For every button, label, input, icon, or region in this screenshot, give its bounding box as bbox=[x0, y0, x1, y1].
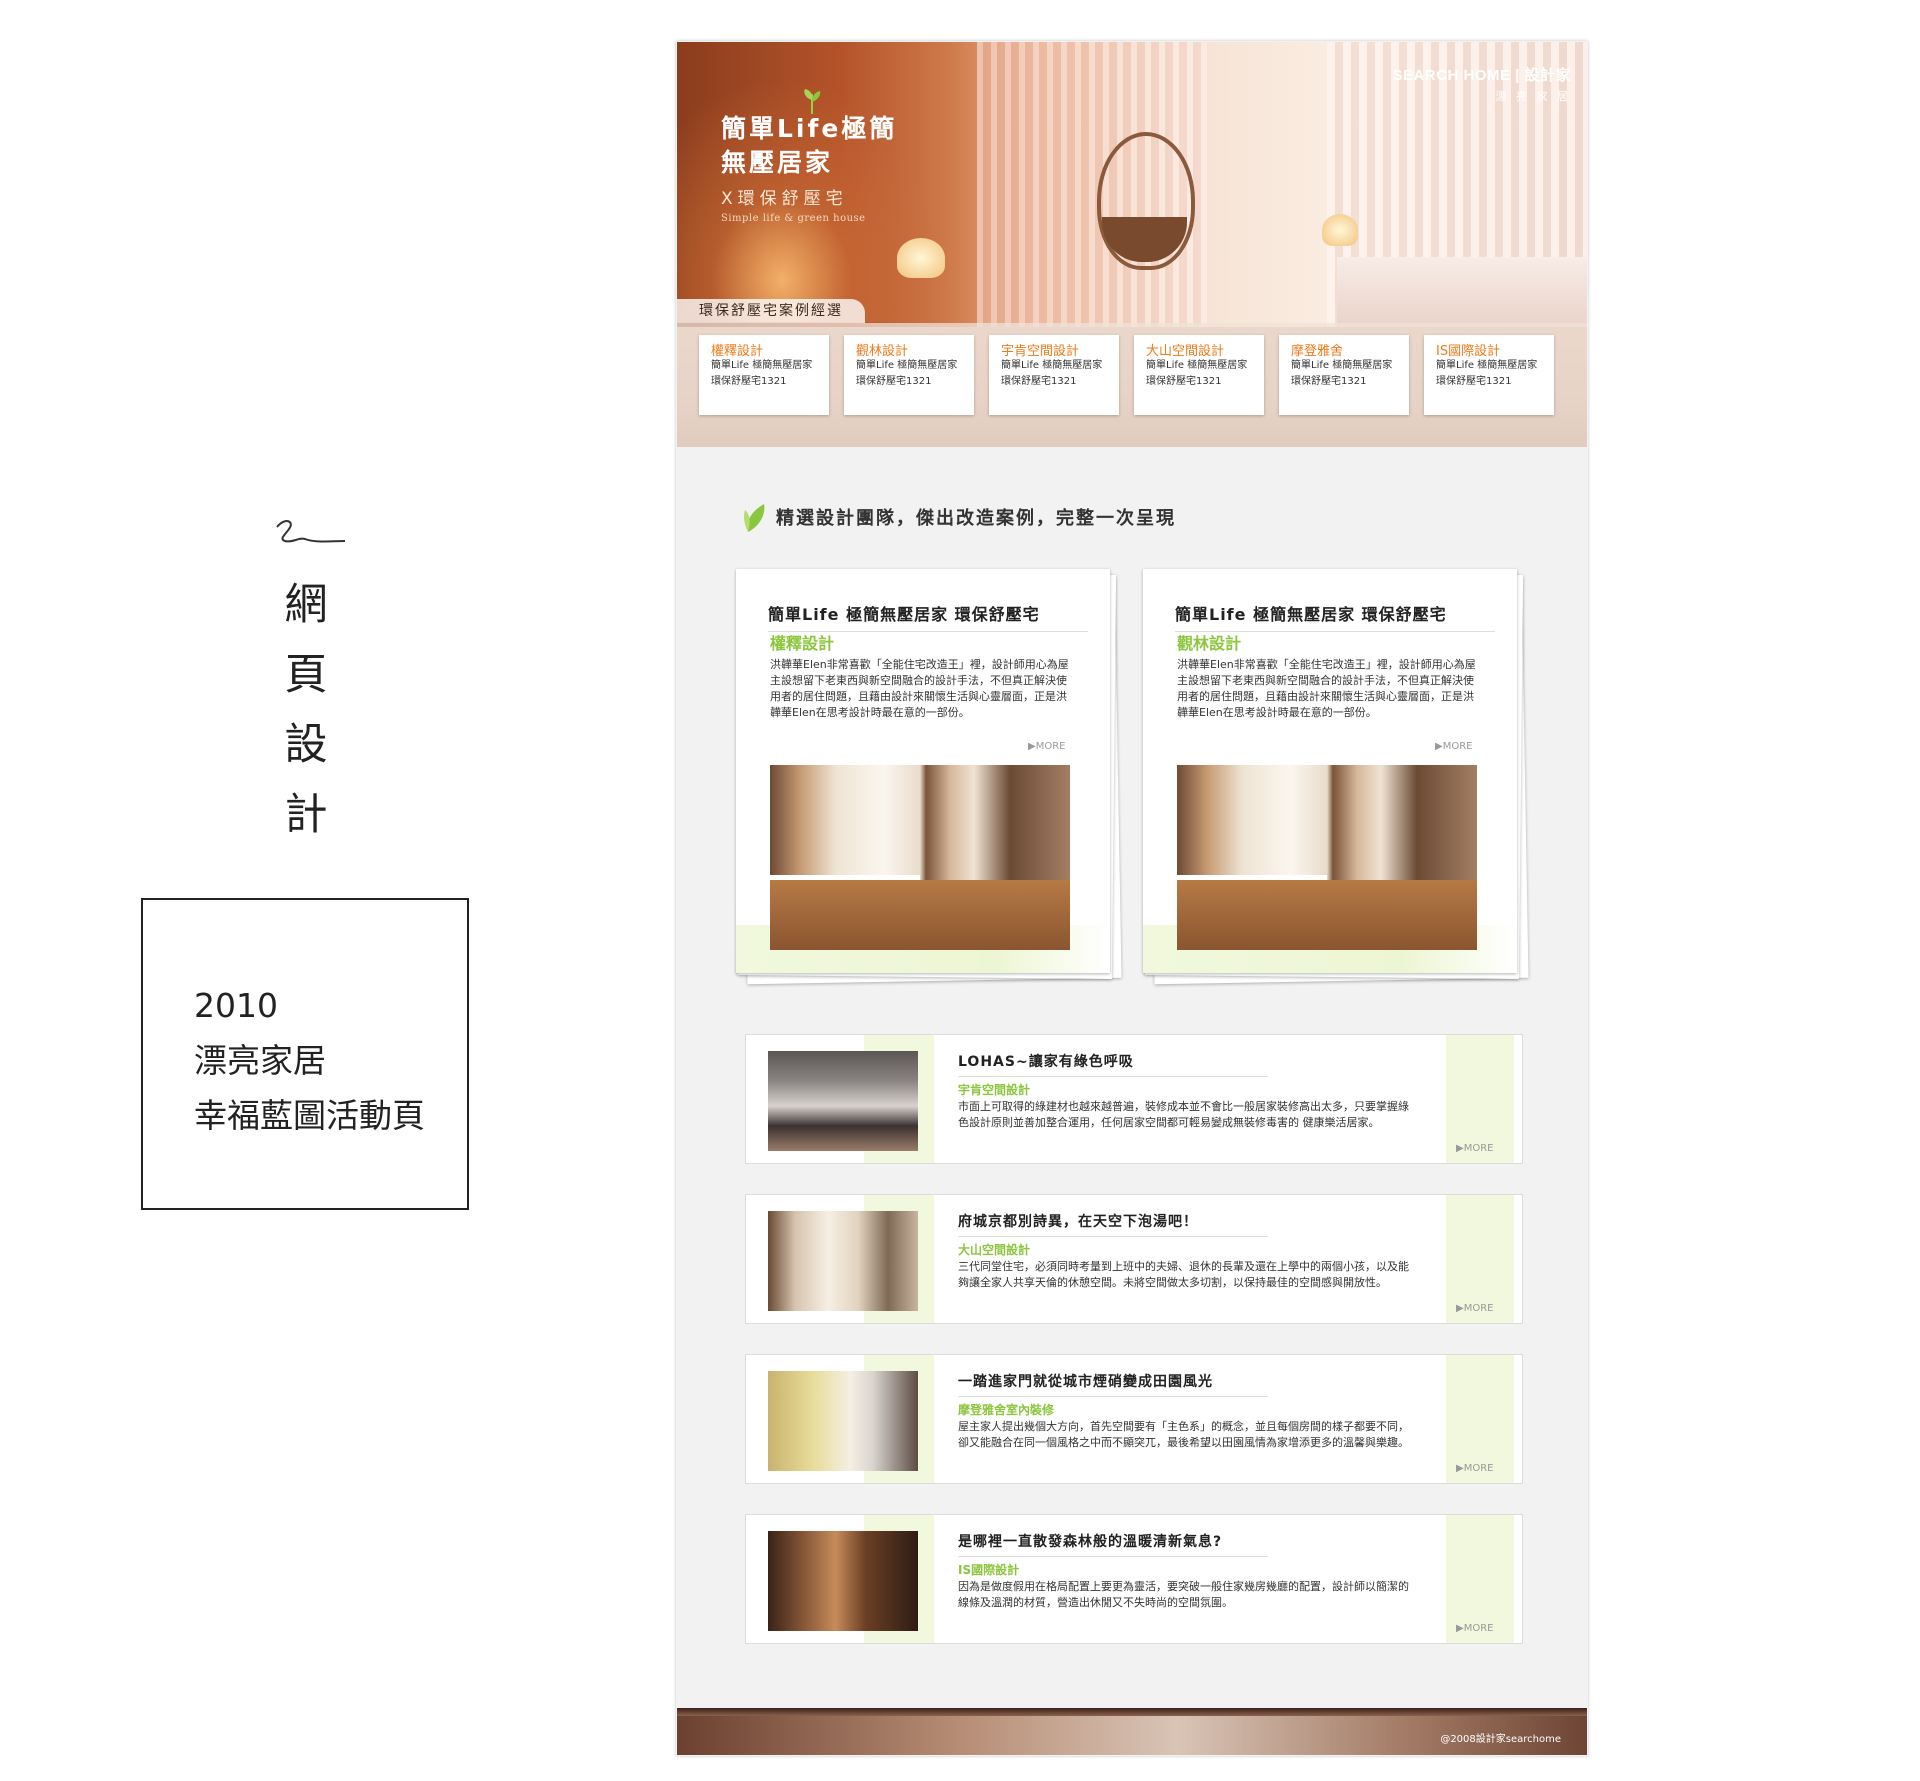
designer-name: 宇肯空間設計 bbox=[1001, 344, 1080, 359]
hero-banner: SEARCH HOME | 設計家 漂 亮 家 居 簡單Life極簡 無壓居家 … bbox=[677, 42, 1587, 447]
designer-strip: 權釋設計 簡單Life 極簡無壓居家 環保舒壓宅1321 觀林設計 簡單Life… bbox=[677, 323, 1587, 447]
article-text: 市面上可取得的綠建材也越來越普遍，裝修成本並不會比一般居家裝修高出太多，只要掌握… bbox=[958, 1100, 1409, 1129]
lamp-illustration bbox=[897, 238, 945, 278]
feature-title: 簡單Life 極簡無壓居家 環保舒壓宅 bbox=[768, 601, 1088, 632]
designer-card[interactable]: 觀林設計 簡單Life 極簡無壓居家 環保舒壓宅1321 bbox=[844, 335, 974, 415]
hero-headline: 簡單Life極簡 無壓居家 X環保舒壓宅 Simple life & green… bbox=[721, 112, 897, 224]
designer-card[interactable]: 摩登雅舍 簡單Life 極簡無壓居家 環保舒壓宅1321 bbox=[1279, 335, 1409, 415]
more-label: MORE bbox=[1442, 741, 1473, 752]
article-designer: 宇肯空間設計 bbox=[958, 1083, 1031, 1097]
feature-text: 洪韡華Elen非常喜歡「全能住宅改造王」裡，設計師用心為屋主設想留下老東西與新空… bbox=[770, 658, 1069, 719]
photo-floor bbox=[770, 880, 1070, 950]
more-link[interactable]: ▶MORE bbox=[1028, 741, 1065, 752]
designer-text: 簡單Life 極簡無壓居家 環保舒壓宅1321 bbox=[856, 360, 958, 387]
article-designer: 摩登雅舍室內裝修 bbox=[958, 1403, 1055, 1417]
play-arrow-icon: ▶ bbox=[1435, 741, 1443, 752]
footer-copyright: @2008設計家searchome bbox=[1440, 1734, 1561, 1745]
brand-subname: 漂 亮 家 居 bbox=[1495, 90, 1571, 103]
footer-edge bbox=[677, 1708, 1587, 1716]
feature-photo bbox=[770, 765, 1070, 950]
more-link[interactable]: ▶MORE bbox=[1456, 1143, 1493, 1154]
squiggle-decoration bbox=[276, 520, 346, 543]
article-text: 屋主家人提出幾個大方向，首先空間要有「主色系」的概念，並且每個房間的樣子都要不同… bbox=[958, 1420, 1409, 1449]
article-title: 一踏進家門就從城市煙硝變成田園風光 bbox=[958, 1371, 1268, 1397]
article-photo bbox=[768, 1371, 918, 1471]
more-label: MORE bbox=[1463, 1463, 1494, 1474]
info-client: 漂亮家居 bbox=[194, 1041, 326, 1080]
feature-photo bbox=[1177, 765, 1477, 950]
designer-card[interactable]: IS國際設計 簡單Life 極簡無壓居家 環保舒壓宅1321 bbox=[1424, 335, 1554, 415]
designer-text: 簡單Life 極簡無壓居家 環保舒壓宅1321 bbox=[1001, 360, 1103, 387]
designer-name: 大山空間設計 bbox=[1146, 344, 1225, 359]
designer-text: 簡單Life 極簡無壓居家 環保舒壓宅1321 bbox=[1291, 360, 1393, 387]
case-selection-tab: 環保舒壓宅案例經選 bbox=[677, 299, 865, 323]
lamp-illustration bbox=[1322, 214, 1358, 246]
play-arrow-icon: ▶ bbox=[1456, 1623, 1464, 1634]
headline-line1: 簡單Life極簡 bbox=[721, 114, 898, 143]
article-photo bbox=[768, 1051, 918, 1151]
vertical-title: 網 頁 設 計 bbox=[276, 570, 336, 850]
designer-text: 簡單Life 極簡無壓居家 環保舒壓宅1321 bbox=[1146, 360, 1248, 387]
headline-line4: Simple life & green house bbox=[721, 213, 866, 224]
designer-name: 觀林設計 bbox=[856, 344, 909, 359]
play-arrow-icon: ▶ bbox=[1456, 1463, 1464, 1474]
more-link[interactable]: ▶MORE bbox=[1435, 741, 1472, 752]
headline-line2: 無壓居家 bbox=[721, 148, 834, 177]
info-project: 幸福藍圖活動頁 bbox=[194, 1096, 425, 1135]
feature-designer: 觀林設計 bbox=[1177, 634, 1242, 653]
article-text: 三代同堂住宅，必須同時考量到上班中的夫婦、退休的長輩及還在上學中的兩個小孩，以及… bbox=[958, 1260, 1409, 1289]
more-label: MORE bbox=[1463, 1303, 1494, 1314]
title-char: 設 bbox=[284, 720, 328, 770]
designer-card[interactable]: 大山空間設計 簡單Life 極簡無壓居家 環保舒壓宅1321 bbox=[1134, 335, 1264, 415]
designer-card[interactable]: 權釋設計 簡單Life 極簡無壓居家 環保舒壓宅1321 bbox=[699, 335, 829, 415]
more-label: MORE bbox=[1035, 741, 1066, 752]
article-item[interactable]: 一踏進家門就從城市煙硝變成田園風光 摩登雅舍室內裝修 屋主家人提出幾個大方向，首… bbox=[745, 1354, 1523, 1484]
feature-title: 簡單Life 極簡無壓居家 環保舒壓宅 bbox=[1175, 601, 1495, 632]
brand-name: SEARCH HOME | 設計家 bbox=[1392, 67, 1571, 84]
feature-card[interactable]: 簡單Life 極簡無壓居家 環保舒壓宅 權釋設計 洪韡華Elen非常喜歡「全能住… bbox=[734, 565, 1122, 985]
brand-logo[interactable]: SEARCH HOME | 設計家 漂 亮 家 居 bbox=[1392, 64, 1571, 104]
designer-name: IS國際設計 bbox=[1436, 344, 1501, 359]
article-designer: IS國際設計 bbox=[958, 1563, 1020, 1577]
headline-line3: X環保舒壓宅 bbox=[721, 189, 848, 209]
designer-name: 權釋設計 bbox=[711, 344, 764, 359]
title-char: 頁 bbox=[284, 650, 328, 700]
article-title: LOHAS~讓家有綠色呼吸 bbox=[958, 1051, 1268, 1077]
play-arrow-icon: ▶ bbox=[1028, 741, 1036, 752]
designer-name: 摩登雅舍 bbox=[1291, 344, 1344, 359]
feature-designer: 權釋設計 bbox=[770, 634, 835, 653]
article-designer: 大山空間設計 bbox=[958, 1243, 1031, 1257]
play-arrow-icon: ▶ bbox=[1456, 1143, 1464, 1154]
more-link[interactable]: ▶MORE bbox=[1456, 1303, 1493, 1314]
info-year: 2010 bbox=[194, 986, 278, 1025]
designer-text: 簡單Life 極簡無壓居家 環保舒壓宅1321 bbox=[711, 360, 813, 387]
more-label: MORE bbox=[1463, 1623, 1494, 1634]
article-item[interactable]: 府城京都別詩異，在天空下泡湯吧！ 大山空間設計 三代同堂住宅，必須同時考量到上班… bbox=[745, 1194, 1523, 1324]
more-link[interactable]: ▶MORE bbox=[1456, 1463, 1493, 1474]
article-title: 是哪裡一直散發森林般的溫暖清新氣息? bbox=[958, 1531, 1268, 1557]
photo-floor bbox=[1177, 880, 1477, 950]
article-photo bbox=[768, 1531, 918, 1631]
designer-text: 簡單Life 極簡無壓居家 環保舒壓宅1321 bbox=[1436, 360, 1538, 387]
feature-card[interactable]: 簡單Life 極簡無壓居家 環保舒壓宅 觀林設計 洪韡華Elen非常喜歡「全能住… bbox=[1141, 565, 1529, 985]
designer-card[interactable]: 宇肯空間設計 簡單Life 極簡無壓居家 環保舒壓宅1321 bbox=[989, 335, 1119, 415]
title-char: 網 bbox=[284, 580, 328, 630]
info-box: 2010 漂亮家居 幸福藍圖活動頁 bbox=[141, 898, 469, 1210]
title-char: 計 bbox=[284, 790, 328, 840]
article-text: 因為是做度假用在格局配置上要更為靈活，要突破一般住家幾房幾廳的配置，設計師以簡潔… bbox=[958, 1580, 1409, 1609]
feature-text: 洪韡華Elen非常喜歡「全能住宅改造王」裡，設計師用心為屋主設想留下老東西與新空… bbox=[1177, 658, 1476, 719]
article-item[interactable]: LOHAS~讓家有綠色呼吸 宇肯空間設計 市面上可取得的綠建材也越來越普遍，裝修… bbox=[745, 1034, 1523, 1164]
article-photo bbox=[768, 1211, 918, 1311]
more-link[interactable]: ▶MORE bbox=[1456, 1623, 1493, 1634]
section-heading: 精選設計團隊，傑出改造案例，完整一次呈現 bbox=[776, 508, 1176, 529]
article-item[interactable]: 是哪裡一直散發森林般的溫暖清新氣息? IS國際設計 因為是做度假用在格局配置上要… bbox=[745, 1514, 1523, 1644]
web-page-mockup: SEARCH HOME | 設計家 漂 亮 家 居 簡單Life極簡 無壓居家 … bbox=[676, 41, 1588, 1756]
article-title: 府城京都別詩異，在天空下泡湯吧！ bbox=[958, 1211, 1268, 1237]
play-arrow-icon: ▶ bbox=[1456, 1303, 1464, 1314]
page-footer: @2008設計家searchome bbox=[677, 1708, 1587, 1755]
leaf-icon bbox=[804, 89, 821, 114]
leaf-icon bbox=[744, 504, 765, 532]
more-label: MORE bbox=[1463, 1143, 1494, 1154]
